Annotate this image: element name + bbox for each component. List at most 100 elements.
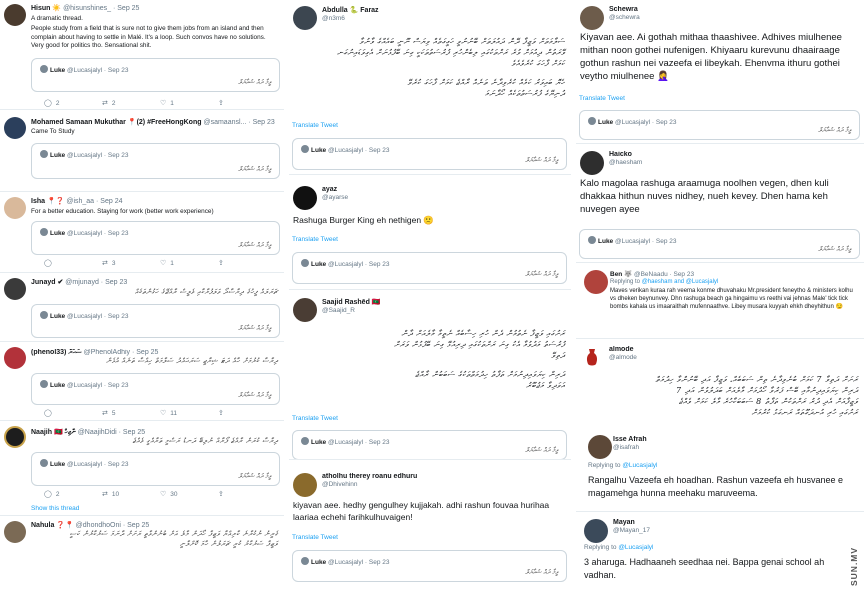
author-name[interactable]: Isha 📍❓ xyxy=(31,198,64,205)
author-name[interactable]: almode xyxy=(609,346,634,353)
avatar[interactable] xyxy=(584,519,608,543)
author-name[interactable]: Schewra xyxy=(609,6,638,13)
author-handle: @haesham xyxy=(609,159,643,166)
tweet[interactable]: Hisun ☀️ @hisunshines_ · Sep 25 A dramat… xyxy=(0,0,284,110)
tweet[interactable]: Saajid Rashēd 🇲🇻 @Saajid_R ރަށުގައި ވަޒީފ… xyxy=(289,292,571,460)
share-button[interactable]: ⇪ xyxy=(218,99,276,107)
avatar[interactable] xyxy=(580,6,604,30)
avatar[interactable] xyxy=(293,186,317,210)
author-handle: @isafrah xyxy=(613,444,640,451)
author-name[interactable]: Hisun ☀️ xyxy=(31,5,61,12)
author-name[interactable]: Mohamed Samaan Mukuthar 📍(2) #FreeHongKo… xyxy=(31,119,202,126)
tweet[interactable]: (phenol33) ސަހަރާ @PhenolAdhiy · Sep 25 … xyxy=(0,343,284,421)
like-button[interactable]: ♡ 1 xyxy=(160,99,218,107)
translate-tweet-link[interactable]: Translate Tweet xyxy=(292,122,338,129)
tweet-line: ރަށުގައި ވަޒީފާ ނެތުމުން ދެން ހުރި ހިސާބ… xyxy=(401,329,565,338)
share-button[interactable]: ⇪ xyxy=(218,259,276,267)
author-name[interactable]: Mayan xyxy=(613,519,635,526)
quoted-handle: @Lucasjalyl · Sep 23 xyxy=(327,261,390,268)
share-button[interactable]: ⇪ xyxy=(218,409,276,417)
avatar[interactable] xyxy=(580,346,604,370)
quoted-tweet[interactable]: Luke @Lucasjalyl · Sep 23 ވީމާ ދައް ޝައާ… xyxy=(31,221,280,255)
quoted-author: Luke xyxy=(50,461,66,468)
retweet-button[interactable]: ⇄ 5 xyxy=(102,409,160,417)
author-name[interactable]: (phenol33) ސަހަރާ xyxy=(31,349,82,356)
avatar[interactable] xyxy=(4,4,26,26)
avatar[interactable] xyxy=(4,521,26,543)
tweet[interactable]: Haicko @haesham Kalo magolaa rashuga araa… xyxy=(576,145,864,263)
tweet[interactable]: atholhu therey roanu edhuru @Dhivehinn ki… xyxy=(289,467,571,592)
avatar[interactable] xyxy=(293,298,317,322)
translate-tweet-link[interactable]: Translate Tweet xyxy=(292,236,338,243)
quoted-tweet[interactable]: Luke @Lucasjalyl · Sep 23 ވީމާ ދައް ޝައާ… xyxy=(31,373,280,405)
translate-tweet-link[interactable]: Translate Tweet xyxy=(292,534,338,541)
reply-button[interactable]: ◯ 2 xyxy=(44,99,102,107)
quoted-tweet[interactable]: Luke @Lucasjalyl · Sep 23 ވީމާ ދައް ޝައާ… xyxy=(292,252,567,284)
mention-link[interactable]: @Lucasjalyl xyxy=(618,544,653,551)
avatar[interactable] xyxy=(580,151,604,175)
tweet[interactable]: Mohamed Samaan Mukuthar 📍(2) #FreeHongKo… xyxy=(0,111,284,192)
tweet[interactable]: Abdulla 🐍 Faraz @n3m6 ސަލާމަތަށް ވަޒީފާ ދ… xyxy=(289,0,571,175)
author-name[interactable]: Ben 🐺 xyxy=(610,271,632,278)
quoted-author: Luke xyxy=(50,152,66,159)
avatar[interactable] xyxy=(584,270,608,294)
retweet-button[interactable]: ⇄ 10 xyxy=(102,490,160,498)
reply-tweet[interactable]: Isse Afrah @isafrah Replying to @Lucasjal… xyxy=(580,433,860,509)
avatar[interactable] xyxy=(4,278,26,300)
author-name[interactable]: Isse Afrah xyxy=(613,436,647,443)
avatar[interactable] xyxy=(4,426,26,448)
avatar[interactable] xyxy=(4,197,26,219)
author-name[interactable]: Naajih 🇲🇻 ނާޖިހް xyxy=(31,429,76,436)
quoted-tweet[interactable]: Luke @Lucasjalyl · Sep 23 ވީމާ ދައް ޝައާ… xyxy=(292,138,567,170)
reply-button[interactable]: ◯ 2 xyxy=(44,490,102,498)
reply-button[interactable]: ◯ xyxy=(44,409,102,417)
tweet[interactable]: Naajih 🇲🇻 ނާޖިހް @NaajihDidi · Sep 25 ދި… xyxy=(0,422,284,516)
avatar[interactable] xyxy=(4,347,26,369)
avatar[interactable] xyxy=(293,473,317,497)
quoted-tweet[interactable]: Luke @Lucasjalyl · Sep 23 ވީމާ ދައް ޝައާ… xyxy=(31,452,280,486)
share-button[interactable]: ⇪ xyxy=(218,490,276,498)
author-name[interactable]: Haicko xyxy=(609,151,632,158)
vase-icon xyxy=(586,349,598,366)
translate-tweet-link[interactable]: Translate Tweet xyxy=(292,415,338,422)
author-name[interactable]: atholhu therey roanu edhuru xyxy=(322,473,417,480)
like-button[interactable]: ♡ 11 xyxy=(160,409,218,417)
avatar[interactable] xyxy=(293,6,317,30)
quoted-tweet[interactable]: Luke @Lucasjalyl · Sep 23 ވީމާ ދައް ޝައާ… xyxy=(31,58,280,92)
like-button[interactable]: ♡ 1 xyxy=(160,259,218,267)
show-thread-link[interactable]: Show this thread xyxy=(31,505,79,512)
translate-tweet-link[interactable]: Translate Tweet xyxy=(579,95,625,102)
author-name[interactable]: Nahula ❓📍 xyxy=(31,522,74,529)
author-name[interactable]: Saajid Rashēd 🇲🇻 xyxy=(322,299,381,306)
quoted-tweet[interactable]: Luke @Lucasjalyl · Sep 23 ވީމާ ދައް ޝައާ… xyxy=(31,304,280,338)
tweet[interactable]: Ben 🐺 @BeNaadu · Sep 23 Replying to @hae… xyxy=(576,264,864,339)
reply-button[interactable]: ◯ xyxy=(44,259,102,267)
tweet-header: Junayd ✔ @mjunayd · Sep 23 xyxy=(31,278,280,286)
tweet[interactable]: almode @almode ރަށަށް ދަތިވާ 7 ކަމަށް ބުނ… xyxy=(576,340,864,512)
mention-link[interactable]: @Lucasjalyl xyxy=(622,462,657,469)
quoted-tweet[interactable]: Luke @Lucasjalyl · Sep 23 ވީމާ ދައް ޝައާ… xyxy=(292,550,567,582)
quoted-tweet[interactable]: Luke @Lucasjalyl · Sep 23 ވީމާ ދައް ޝައާ… xyxy=(31,143,280,179)
retweet-button[interactable]: ⇄ 2 xyxy=(102,99,160,107)
avatar[interactable] xyxy=(4,117,26,139)
quoted-tweet[interactable]: Luke @Lucasjalyl · Sep 23 ވީމާ ދައް ޝައާ… xyxy=(579,229,860,259)
mention-link[interactable]: @haesham and @Lucasjalyl xyxy=(642,279,719,285)
author-name[interactable]: Junayd ✔ xyxy=(31,279,63,286)
tweet[interactable]: Mayan @Mayan_17 Replying to @Lucasjalyl 3… xyxy=(576,513,864,592)
quoted-tweet[interactable]: Luke @Lucasjalyl · Sep 23 ވީމާ ދައް ޝައާ… xyxy=(292,430,567,459)
avatar xyxy=(301,145,309,153)
author-name[interactable]: Abdulla 🐍 Faraz xyxy=(322,7,379,14)
quoted-author: Luke xyxy=(311,559,327,566)
retweet-button[interactable]: ⇄ 3 xyxy=(102,259,160,267)
tweet[interactable]: ayaz @ayarse Rashuga Burger King eh nethi… xyxy=(289,180,571,290)
tweet[interactable]: Junayd ✔ @mjunayd · Sep 23 ޗަރަލައް ފީހު… xyxy=(0,274,284,342)
quoted-author: Luke xyxy=(311,147,327,154)
tweet[interactable]: Isha 📍❓ @ish_aa · Sep 24 For a better ed… xyxy=(0,193,284,273)
author-handle: @NaajihDidi · Sep 25 xyxy=(77,429,146,436)
avatar[interactable] xyxy=(588,435,612,459)
tweet[interactable]: Nahula ❓📍 @dhondhoOni · Sep 25 ގެރީނު ނު… xyxy=(0,517,284,592)
tweet[interactable]: Schewra @schewra Kiyavan aee. Ai gothah m… xyxy=(576,0,864,144)
like-button[interactable]: ♡ 30 xyxy=(160,490,218,498)
quoted-tweet[interactable]: Luke @Lucasjalyl · Sep 23 ވީމާ ދައް ޝައާ… xyxy=(579,110,860,140)
author-name[interactable]: ayaz xyxy=(322,186,337,193)
